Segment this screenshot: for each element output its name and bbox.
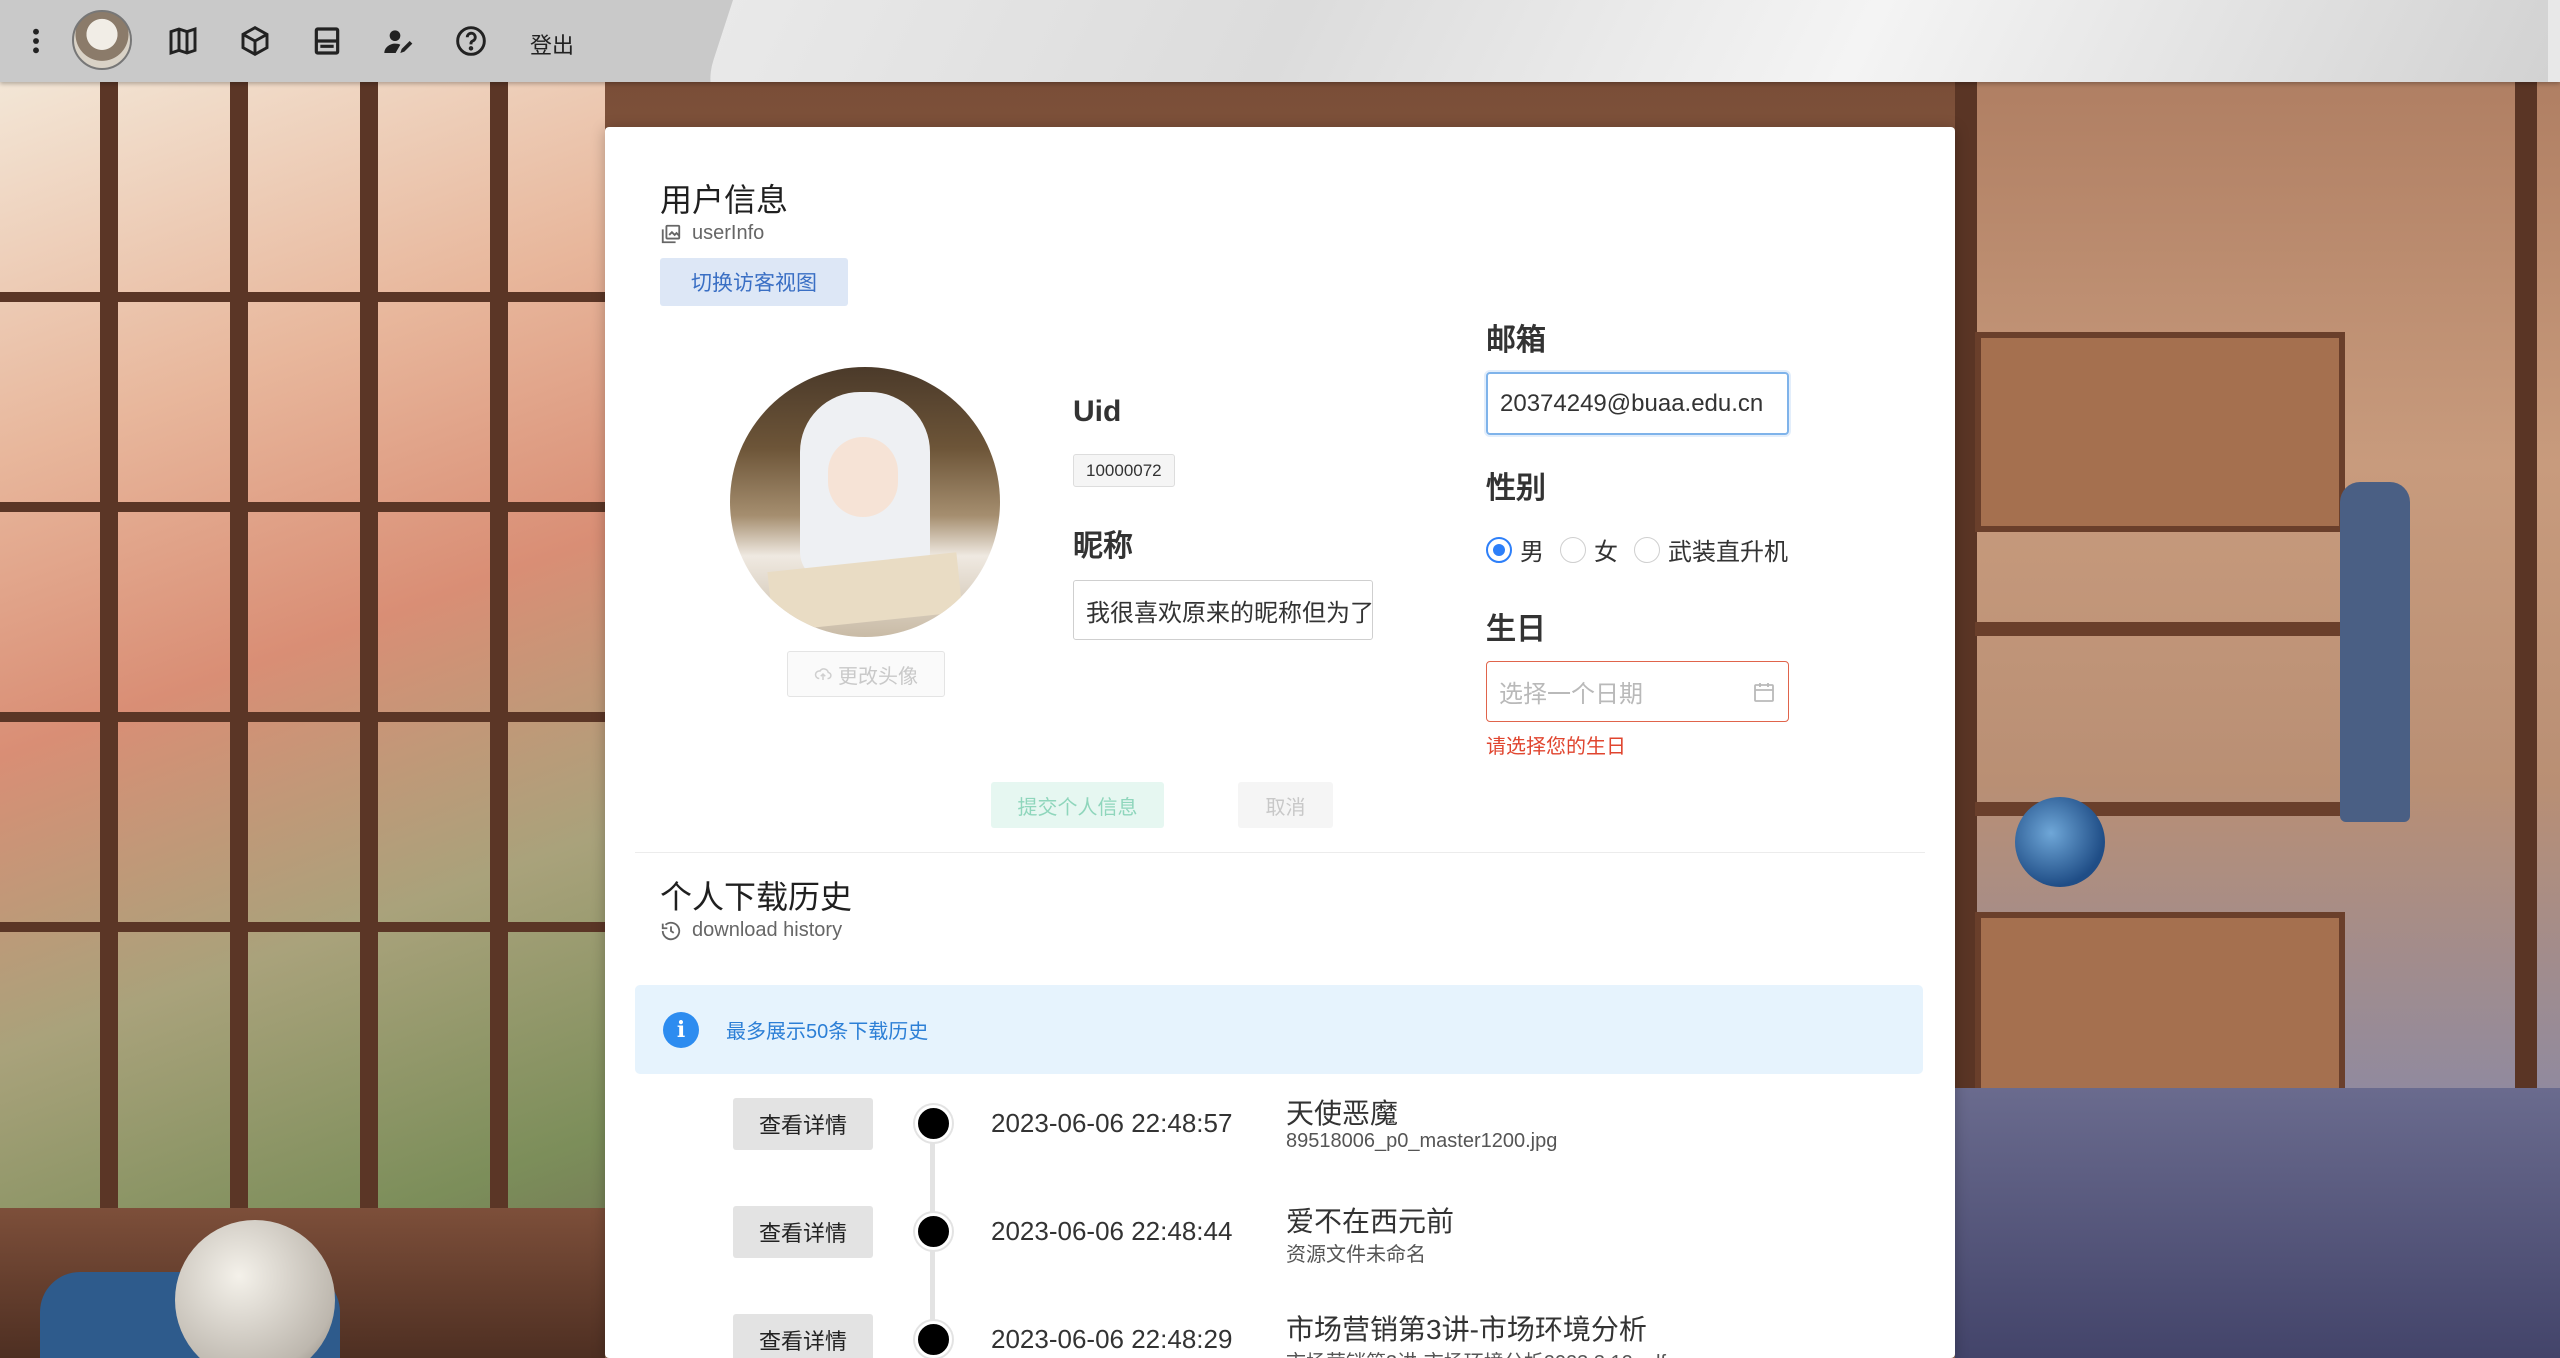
user-edit-icon[interactable] (378, 20, 420, 62)
gender-label: 性别 (1486, 472, 1546, 505)
timeline-dot (915, 1105, 952, 1142)
download-history-title: 个人下载历史 (660, 879, 853, 915)
background-room (1955, 82, 2560, 1358)
change-avatar-button[interactable]: 更改头像 (787, 651, 945, 697)
more-vert-icon[interactable] (15, 20, 57, 62)
radio-unchecked-icon (1634, 536, 1660, 563)
map-icon[interactable] (162, 20, 204, 62)
cloud-upload-icon (814, 668, 832, 680)
history-limit-notice: i 最多展示50条下载历史 (635, 985, 1923, 1074)
history-filename: 资源文件未命名 (1286, 1244, 1426, 1266)
history-filename: 89518006_p0_master1200.jpg (1286, 1130, 1558, 1152)
history-item: 查看详情 2023-06-06 22:48:57 天使恶魔 89518006_p… (605, 1098, 1955, 1178)
info-icon: i (663, 1011, 699, 1048)
scrollbar[interactable] (2548, 0, 2560, 82)
help-icon[interactable] (450, 20, 492, 62)
timeline-dot (915, 1213, 952, 1250)
history-title: 爱不在西元前 (1286, 1206, 1455, 1237)
view-detail-button[interactable]: 查看详情 (733, 1098, 873, 1150)
view-detail-button[interactable]: 查看详情 (733, 1314, 873, 1358)
user-info-subtitle: userInfo (660, 222, 764, 245)
switch-visitor-view-button[interactable]: 切换访客视图 (660, 258, 848, 306)
download-history-subtitle: download history (660, 919, 842, 942)
birthday-error-message: 请选择您的生日 (1486, 736, 1626, 758)
gender-radio-helicopter[interactable]: 武装直升机 (1634, 532, 1788, 567)
history-time: 2023-06-06 22:48:44 (991, 1216, 1233, 1246)
nickname-input[interactable]: 我很喜欢原来的昵称但为了 (1073, 580, 1373, 640)
submit-info-button[interactable]: 提交个人信息 (991, 782, 1164, 828)
birthday-label: 生日 (1486, 613, 1546, 646)
logout-link[interactable]: 登出 (530, 28, 574, 60)
email-input[interactable]: 20374249@buaa.edu.cn (1486, 372, 1789, 435)
section-divider (635, 852, 1925, 853)
gender-radio-female[interactable]: 女 (1560, 532, 1618, 567)
gender-radio-male[interactable]: 男 (1486, 532, 1544, 567)
nickname-label: 昵称 (1073, 530, 1133, 563)
history-time: 2023-06-06 22:48:57 (991, 1108, 1233, 1138)
history-icon (661, 921, 681, 940)
radio-unchecked-icon (1560, 536, 1586, 563)
history-title: 市场营销第3讲-市场环境分析 (1286, 1314, 1647, 1345)
profile-card: 用户信息 userInfo 切换访客视图 更改头像 Uid 10000072 昵… (605, 127, 1955, 1358)
background-window-garden (0, 82, 605, 1358)
history-title: 天使恶魔 (1286, 1098, 1399, 1129)
uid-value: 10000072 (1073, 454, 1175, 487)
cube-icon[interactable] (234, 20, 276, 62)
gallery-icon (661, 224, 681, 243)
birthday-date-picker[interactable]: 选择一个日期 (1486, 661, 1789, 722)
view-detail-button[interactable]: 查看详情 (733, 1206, 873, 1258)
history-time: 2023-06-06 22:48:29 (991, 1324, 1233, 1354)
storage-icon[interactable] (306, 20, 348, 62)
email-label: 邮箱 (1486, 324, 1546, 357)
cancel-button[interactable]: 取消 (1238, 782, 1333, 828)
user-avatar[interactable] (72, 10, 132, 70)
history-item: 查看详情 2023-06-06 22:48:44 爱不在西元前 资源文件未命名 (605, 1206, 1955, 1286)
profile-avatar-image (730, 367, 1000, 637)
history-filename: 市场营销第3讲-市场环境分析2023.3.12.pdf (1286, 1346, 1666, 1358)
uid-label: Uid (1073, 395, 1122, 428)
calendar-icon (1754, 682, 1774, 702)
gender-radio-group: 男 女 武装直升机 (1486, 532, 1804, 567)
top-navbar: 登出 (0, 0, 2560, 82)
timeline-dot (915, 1321, 952, 1358)
user-info-title: 用户信息 (660, 182, 789, 218)
radio-checked-icon (1486, 536, 1512, 563)
history-item: 查看详情 2023-06-06 22:48:29 市场营销第3讲-市场环境分析 … (605, 1314, 1955, 1358)
